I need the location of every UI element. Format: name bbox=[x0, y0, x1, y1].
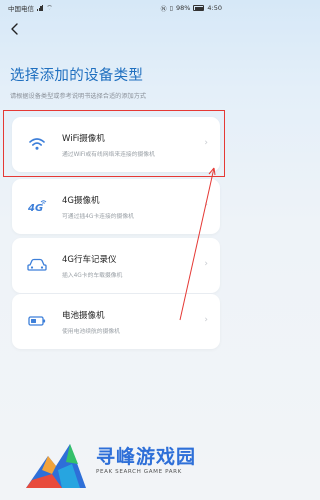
status-right: Ⓝ ▯ 98% 4:50 bbox=[161, 4, 222, 13]
device-desc: 可通过插4G卡连接的摄像机 bbox=[62, 214, 134, 220]
battery-icon bbox=[26, 310, 48, 332]
mountain-logo-icon bbox=[26, 444, 86, 488]
chevron-right-icon: › bbox=[204, 200, 208, 210]
status-left: 中国电信 ⌔ bbox=[8, 3, 53, 14]
watermark: 寻峰游戏园 PEAK SEARCH GAME PARK bbox=[22, 428, 230, 498]
clock: 4:50 bbox=[207, 4, 222, 12]
svg-text:4G: 4G bbox=[27, 203, 43, 214]
device-desc: 通过WiFi或有线网络来连接的摄像机 bbox=[62, 152, 155, 158]
device-card-4g-camera[interactable]: 4G 4G摄像机 可通过插4G卡连接的摄像机 › bbox=[12, 179, 220, 234]
watermark-name: 寻峰游戏园 bbox=[96, 446, 197, 468]
device-title: 4G行车记录仪 bbox=[62, 255, 117, 265]
battery-percent: 98% bbox=[175, 4, 191, 12]
wifi-icon bbox=[26, 133, 48, 155]
car-recorder-icon bbox=[26, 254, 48, 276]
device-card-wifi-camera[interactable]: WiFi摄像机 通过WiFi或有线网络来连接的摄像机 › bbox=[12, 117, 220, 172]
device-desc: 使用电池续航的摄像机 bbox=[62, 329, 120, 335]
device-title: WiFi摄像机 bbox=[62, 134, 105, 144]
signal-icon bbox=[37, 5, 44, 11]
device-title: 电池摄像机 bbox=[62, 311, 105, 321]
nfc-icon: Ⓝ bbox=[160, 5, 167, 13]
4g-icon: 4G bbox=[26, 195, 48, 217]
status-bar: 中国电信 ⌔ Ⓝ ▯ 98% 4:50 bbox=[0, 0, 230, 16]
device-card-battery-camera[interactable]: 电池摄像机 使用电池续航的摄像机 › bbox=[12, 294, 220, 349]
vibrate-icon: ▯ bbox=[169, 4, 173, 12]
carrier-label: 中国电信 bbox=[8, 5, 34, 13]
chevron-right-icon: › bbox=[204, 138, 208, 148]
chevron-right-icon: › bbox=[204, 259, 208, 269]
device-desc: 插入4G卡的车载摄像机 bbox=[62, 273, 123, 279]
device-title: 4G摄像机 bbox=[62, 196, 100, 206]
chevron-right-icon: › bbox=[204, 315, 208, 325]
back-button[interactable] bbox=[6, 20, 24, 38]
page-title: 选择添加的设备类型 bbox=[10, 68, 144, 84]
page-subtitle: 请根据设备类型或参考说明书选择合适的添加方式 bbox=[10, 93, 147, 100]
device-card-4g-dashcam[interactable]: 4G行车记录仪 插入4G卡的车载摄像机 › bbox=[12, 238, 220, 293]
battery-icon bbox=[193, 5, 205, 11]
wifi-status-icon: ⌔ bbox=[46, 3, 53, 12]
chevron-left-icon bbox=[11, 23, 18, 35]
watermark-tagline: PEAK SEARCH GAME PARK bbox=[96, 469, 182, 475]
